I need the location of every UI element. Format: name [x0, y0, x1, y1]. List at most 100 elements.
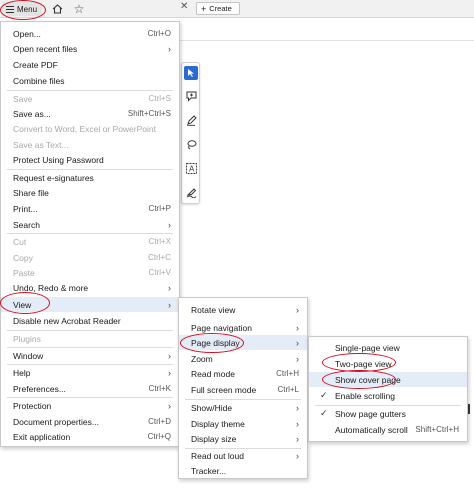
menu-print-shortcut: Ctrl+P — [148, 204, 171, 213]
select-tool[interactable] — [184, 66, 198, 80]
view-submenu: Rotate view › Page navigation › Page displ… — [178, 297, 308, 479]
page-display-scrolling[interactable]: ✓ Enable scrolling — [309, 388, 467, 403]
hamburger-icon — [6, 5, 14, 13]
view-read-mode[interactable]: Read mode Ctrl+H — [179, 366, 307, 381]
chevron-right-icon: › — [168, 350, 171, 361]
view-tracker[interactable]: Tracker... — [179, 463, 307, 478]
menu-plugins-label: Plugins — [13, 333, 41, 344]
page-display-auto-scroll-shortcut: Shift+Ctrl+H — [415, 425, 459, 434]
main-menu: Open... Ctrl+O Open recent files › Create … — [0, 21, 180, 447]
scroll-indicator — [468, 404, 470, 414]
page-display-single[interactable]: Single-page view — [309, 340, 467, 355]
menu-search[interactable]: Search › — [1, 217, 179, 232]
menu-disable-new-reader-label: Disable new Acrobat Reader — [13, 315, 121, 326]
menu-undo-redo[interactable]: Undo, Redo & more › — [1, 280, 179, 295]
view-zoom[interactable]: Zoom › — [179, 351, 307, 366]
chevron-right-icon: › — [296, 450, 299, 461]
menu-disable-new-reader[interactable]: Disable new Acrobat Reader — [1, 313, 179, 328]
menu-request-signatures[interactable]: Request e-signatures — [1, 170, 179, 185]
lasso-icon — [187, 139, 196, 149]
menu-document-properties[interactable]: Document properties... Ctrl+D — [1, 414, 179, 429]
menu-open-recent[interactable]: Open recent files › — [1, 41, 179, 56]
chevron-right-icon: › — [168, 299, 171, 310]
menu-save-as-shortcut: Shift+Ctrl+S — [127, 109, 171, 118]
view-read-aloud[interactable]: Read out loud › — [179, 448, 307, 463]
view-display-size[interactable]: Display size › — [179, 431, 307, 446]
menu-preferences-shortcut: Ctrl+K — [148, 384, 171, 393]
menu-copy-shortcut: Ctrl+C — [148, 253, 171, 262]
text-tool[interactable]: A — [184, 161, 198, 175]
menu-print[interactable]: Print... Ctrl+P — [1, 201, 179, 216]
page-display-cover-label: Show cover page — [335, 374, 401, 385]
page-display-submenu: Single-page view Two-page view Show cove… — [308, 336, 468, 442]
view-display-theme-label: Display theme — [191, 418, 245, 429]
workspace-divider — [180, 40, 474, 41]
menu-request-signatures-label: Request e-signatures — [13, 172, 94, 183]
menu-button-label: Menu — [17, 4, 38, 14]
view-show-hide-label: Show/Hide — [191, 402, 233, 413]
menu-help[interactable]: Help › — [1, 365, 179, 380]
menu-window[interactable]: Window › — [1, 348, 179, 363]
menu-print-label: Print... — [13, 203, 38, 214]
page-display-two-page[interactable]: Two-page view — [309, 356, 467, 371]
menu-save-label: Save — [13, 93, 33, 104]
text-icon: A — [185, 162, 197, 174]
create-button[interactable]: + Create — [196, 2, 240, 15]
chevron-right-icon: › — [296, 433, 299, 444]
sign-icon — [186, 187, 196, 198]
menu-paste: Paste Ctrl+V — [1, 265, 179, 280]
view-rotate[interactable]: Rotate view › — [179, 302, 307, 317]
menu-create-pdf[interactable]: Create PDF — [1, 57, 179, 72]
menu-view[interactable]: View › — [1, 297, 179, 312]
menu-open-shortcut: Ctrl+O — [147, 29, 171, 38]
menu-save-text-label: Save as Text... — [13, 139, 69, 150]
page-display-auto-scroll-label: Automatically scroll — [335, 424, 408, 435]
view-read-aloud-label: Read out loud — [191, 450, 244, 461]
view-page-navigation[interactable]: Page navigation › — [179, 320, 307, 335]
chevron-right-icon: › — [168, 43, 171, 54]
close-icon[interactable]: ✕ — [180, 1, 188, 12]
chevron-right-icon: › — [296, 322, 299, 333]
star-icon[interactable]: ☆ — [72, 2, 86, 16]
chevron-right-icon: › — [296, 418, 299, 429]
menu-protection[interactable]: Protection › — [1, 398, 179, 413]
chevron-right-icon: › — [168, 367, 171, 378]
menu-share-file[interactable]: Share file — [1, 185, 179, 200]
menu-preferences[interactable]: Preferences... Ctrl+K — [1, 381, 179, 396]
page-display-two-page-label: Two-page view — [335, 358, 392, 369]
home-button[interactable] — [50, 2, 64, 16]
menu-open-label: Open... — [13, 28, 41, 39]
view-display-theme[interactable]: Display theme › — [179, 416, 307, 431]
lasso-tool[interactable] — [184, 137, 198, 151]
menu-save-shortcut: Ctrl+S — [148, 94, 171, 103]
menu-save-as[interactable]: Save as... Shift+Ctrl+S — [1, 106, 179, 121]
view-show-hide[interactable]: Show/Hide › — [179, 400, 307, 415]
menu-exit-label: Exit application — [13, 431, 71, 442]
menu-preferences-label: Preferences... — [13, 383, 66, 394]
view-zoom-label: Zoom — [191, 353, 213, 364]
page-display-gutters[interactable]: ✓ Show page gutters — [309, 406, 467, 421]
menu-undo-redo-label: Undo, Redo & more — [13, 282, 89, 293]
chevron-right-icon: › — [296, 353, 299, 364]
checkmark-icon: ✓ — [320, 390, 328, 400]
page-display-auto-scroll[interactable]: Automatically scroll Shift+Ctrl+H — [309, 422, 467, 437]
pen-tool[interactable] — [184, 113, 198, 127]
view-rotate-label: Rotate view — [191, 304, 236, 315]
menu-button[interactable]: Menu — [2, 2, 42, 16]
menu-paste-label: Paste — [13, 267, 35, 278]
view-full-screen[interactable]: Full screen mode Ctrl+L — [179, 382, 307, 397]
view-page-display[interactable]: Page display › — [179, 335, 307, 350]
menu-combine[interactable]: Combine files — [1, 73, 179, 88]
chevron-right-icon: › — [296, 304, 299, 315]
menu-convert-label: Convert to Word, Excel or PowerPoint — [13, 123, 156, 134]
comment-tool[interactable] — [184, 89, 198, 103]
menu-open[interactable]: Open... Ctrl+O — [1, 26, 179, 41]
menu-save-text: Save as Text... — [1, 137, 179, 152]
menu-protect-password[interactable]: Protect Using Password — [1, 152, 179, 167]
sign-tool[interactable] — [184, 185, 198, 199]
menu-open-recent-label: Open recent files — [13, 43, 78, 54]
page-display-cover[interactable]: Show cover page — [309, 372, 467, 387]
view-page-display-label: Page display — [191, 337, 240, 348]
menu-cut-shortcut: Ctrl+X — [148, 237, 171, 246]
menu-exit[interactable]: Exit application Ctrl+Q — [1, 429, 179, 444]
